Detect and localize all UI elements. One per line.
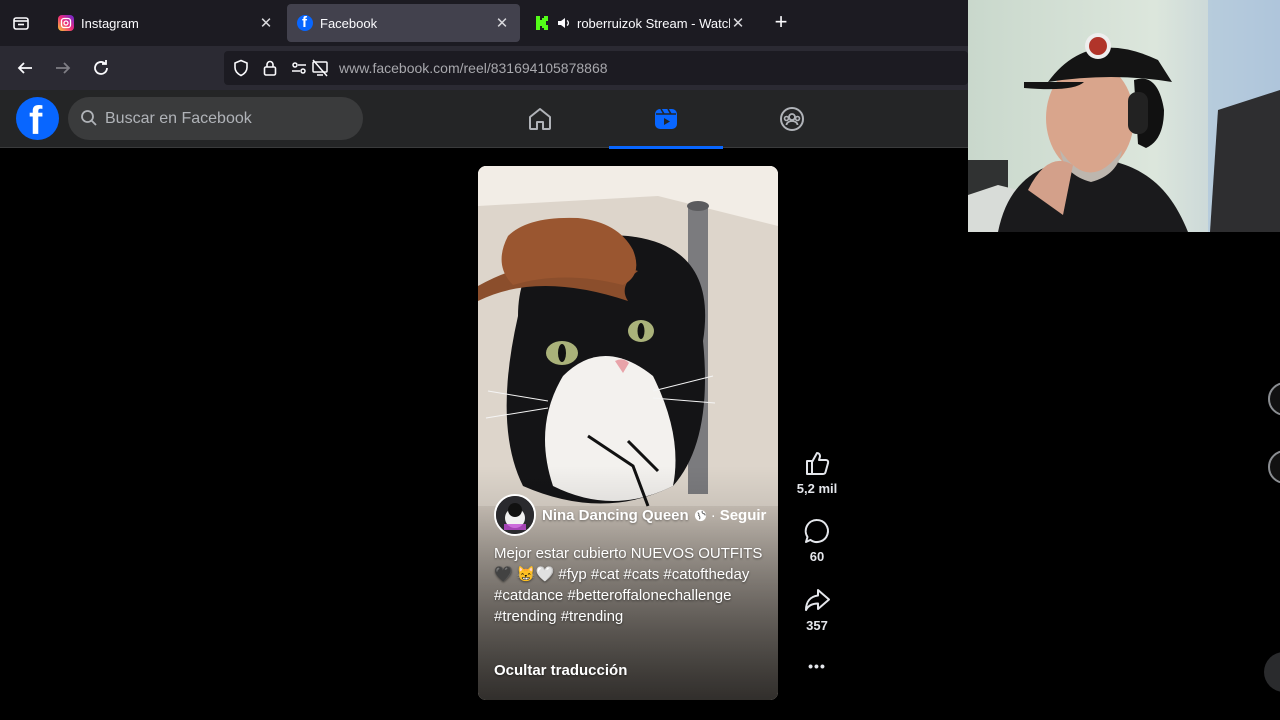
reel-video[interactable]: Nina Dancing Queen · Seguir Mejor estar … xyxy=(478,166,778,700)
share-count: 357 xyxy=(806,618,828,633)
close-tab-icon[interactable]: ✕ xyxy=(494,14,510,32)
comment-button[interactable]: 60 xyxy=(790,515,844,564)
instagram-icon xyxy=(58,15,74,31)
nav-groups[interactable] xyxy=(735,90,849,148)
reload-icon[interactable] xyxy=(87,54,115,82)
nav-home[interactable] xyxy=(483,90,597,148)
hide-translation-button[interactable]: Ocultar traducción xyxy=(494,662,627,679)
forward-arrow-icon[interactable] xyxy=(49,54,77,82)
search-icon xyxy=(81,110,97,126)
home-icon xyxy=(529,108,551,130)
tab-list-icon[interactable] xyxy=(8,10,34,36)
globe-icon xyxy=(694,509,707,522)
tab-title: Instagram xyxy=(81,15,139,31)
previous-reel-button[interactable] xyxy=(1268,382,1280,416)
close-tab-icon[interactable]: ✕ xyxy=(258,14,274,32)
search-placeholder: Buscar en Facebook xyxy=(105,110,252,127)
close-tab-icon[interactable]: ✕ xyxy=(730,14,746,32)
nav-reels[interactable] xyxy=(609,90,723,149)
address-bar[interactable]: www.facebook.com/reel/831694105878868 xyxy=(224,51,968,85)
streamer-webcam xyxy=(968,0,1280,232)
facebook-logo-letter: f xyxy=(29,99,43,143)
kick-icon xyxy=(534,15,550,31)
facebook-icon: f xyxy=(297,14,313,31)
new-tab-button[interactable]: + xyxy=(768,10,794,36)
screen-sharing-blocked-icon[interactable] xyxy=(311,59,329,77)
permissions-icon[interactable] xyxy=(290,59,308,77)
url-text[interactable]: www.facebook.com/reel/831694105878868 xyxy=(339,60,608,76)
tab-title: roberruizok Stream - Watch xyxy=(577,15,730,31)
reel-caption: Mejor estar cubierto NUEVOS OUTFITS 🖤 😸🤍… xyxy=(494,545,763,625)
groups-icon xyxy=(780,107,804,131)
separator-dot: · xyxy=(710,506,716,524)
facebook-logo[interactable]: f xyxy=(16,97,59,143)
avatar[interactable] xyxy=(494,494,536,536)
search-input[interactable]: Buscar en Facebook xyxy=(68,97,363,140)
thumbs-up-icon xyxy=(806,452,830,475)
audio-playing-icon[interactable] xyxy=(557,16,571,30)
more-options-button[interactable]: ••• xyxy=(790,656,844,674)
shield-icon[interactable] xyxy=(232,59,250,77)
back-arrow-icon[interactable] xyxy=(11,54,39,82)
facebook-header: f Buscar en Facebook xyxy=(0,90,968,149)
browser-toolbar: www.facebook.com/reel/831694105878868 xyxy=(0,46,968,90)
floating-action-button[interactable] xyxy=(1264,652,1280,692)
like-count: 5,2 mil xyxy=(796,481,838,496)
share-icon xyxy=(805,589,830,611)
lock-icon[interactable] xyxy=(261,59,279,77)
url-domain: www.facebook.com xyxy=(339,60,460,76)
comment-count: 60 xyxy=(809,549,825,564)
owner-name[interactable]: Nina Dancing Queen xyxy=(542,507,689,524)
tab-facebook[interactable]: f Facebook ✕ xyxy=(287,4,520,42)
tab-instagram[interactable]: Instagram ✕ xyxy=(48,4,284,42)
next-reel-button[interactable] xyxy=(1268,450,1280,484)
reel-owner[interactable]: Nina Dancing Queen · Seguir xyxy=(494,494,766,536)
url-path: /reel/831694105878868 xyxy=(459,60,608,76)
more-icon: ••• xyxy=(808,658,826,674)
reels-icon xyxy=(655,108,677,129)
share-button[interactable]: 357 xyxy=(790,584,844,633)
browser-tab-bar: Instagram ✕ f Facebook ✕ roberruizok Str… xyxy=(0,0,968,46)
comment-icon xyxy=(804,518,829,543)
tab-title: Facebook xyxy=(320,15,378,31)
follow-button[interactable]: Seguir xyxy=(720,507,767,524)
tab-kick-stream[interactable]: roberruizok Stream - Watch ✕ xyxy=(524,4,756,42)
like-button[interactable]: 5,2 mil xyxy=(790,447,844,496)
